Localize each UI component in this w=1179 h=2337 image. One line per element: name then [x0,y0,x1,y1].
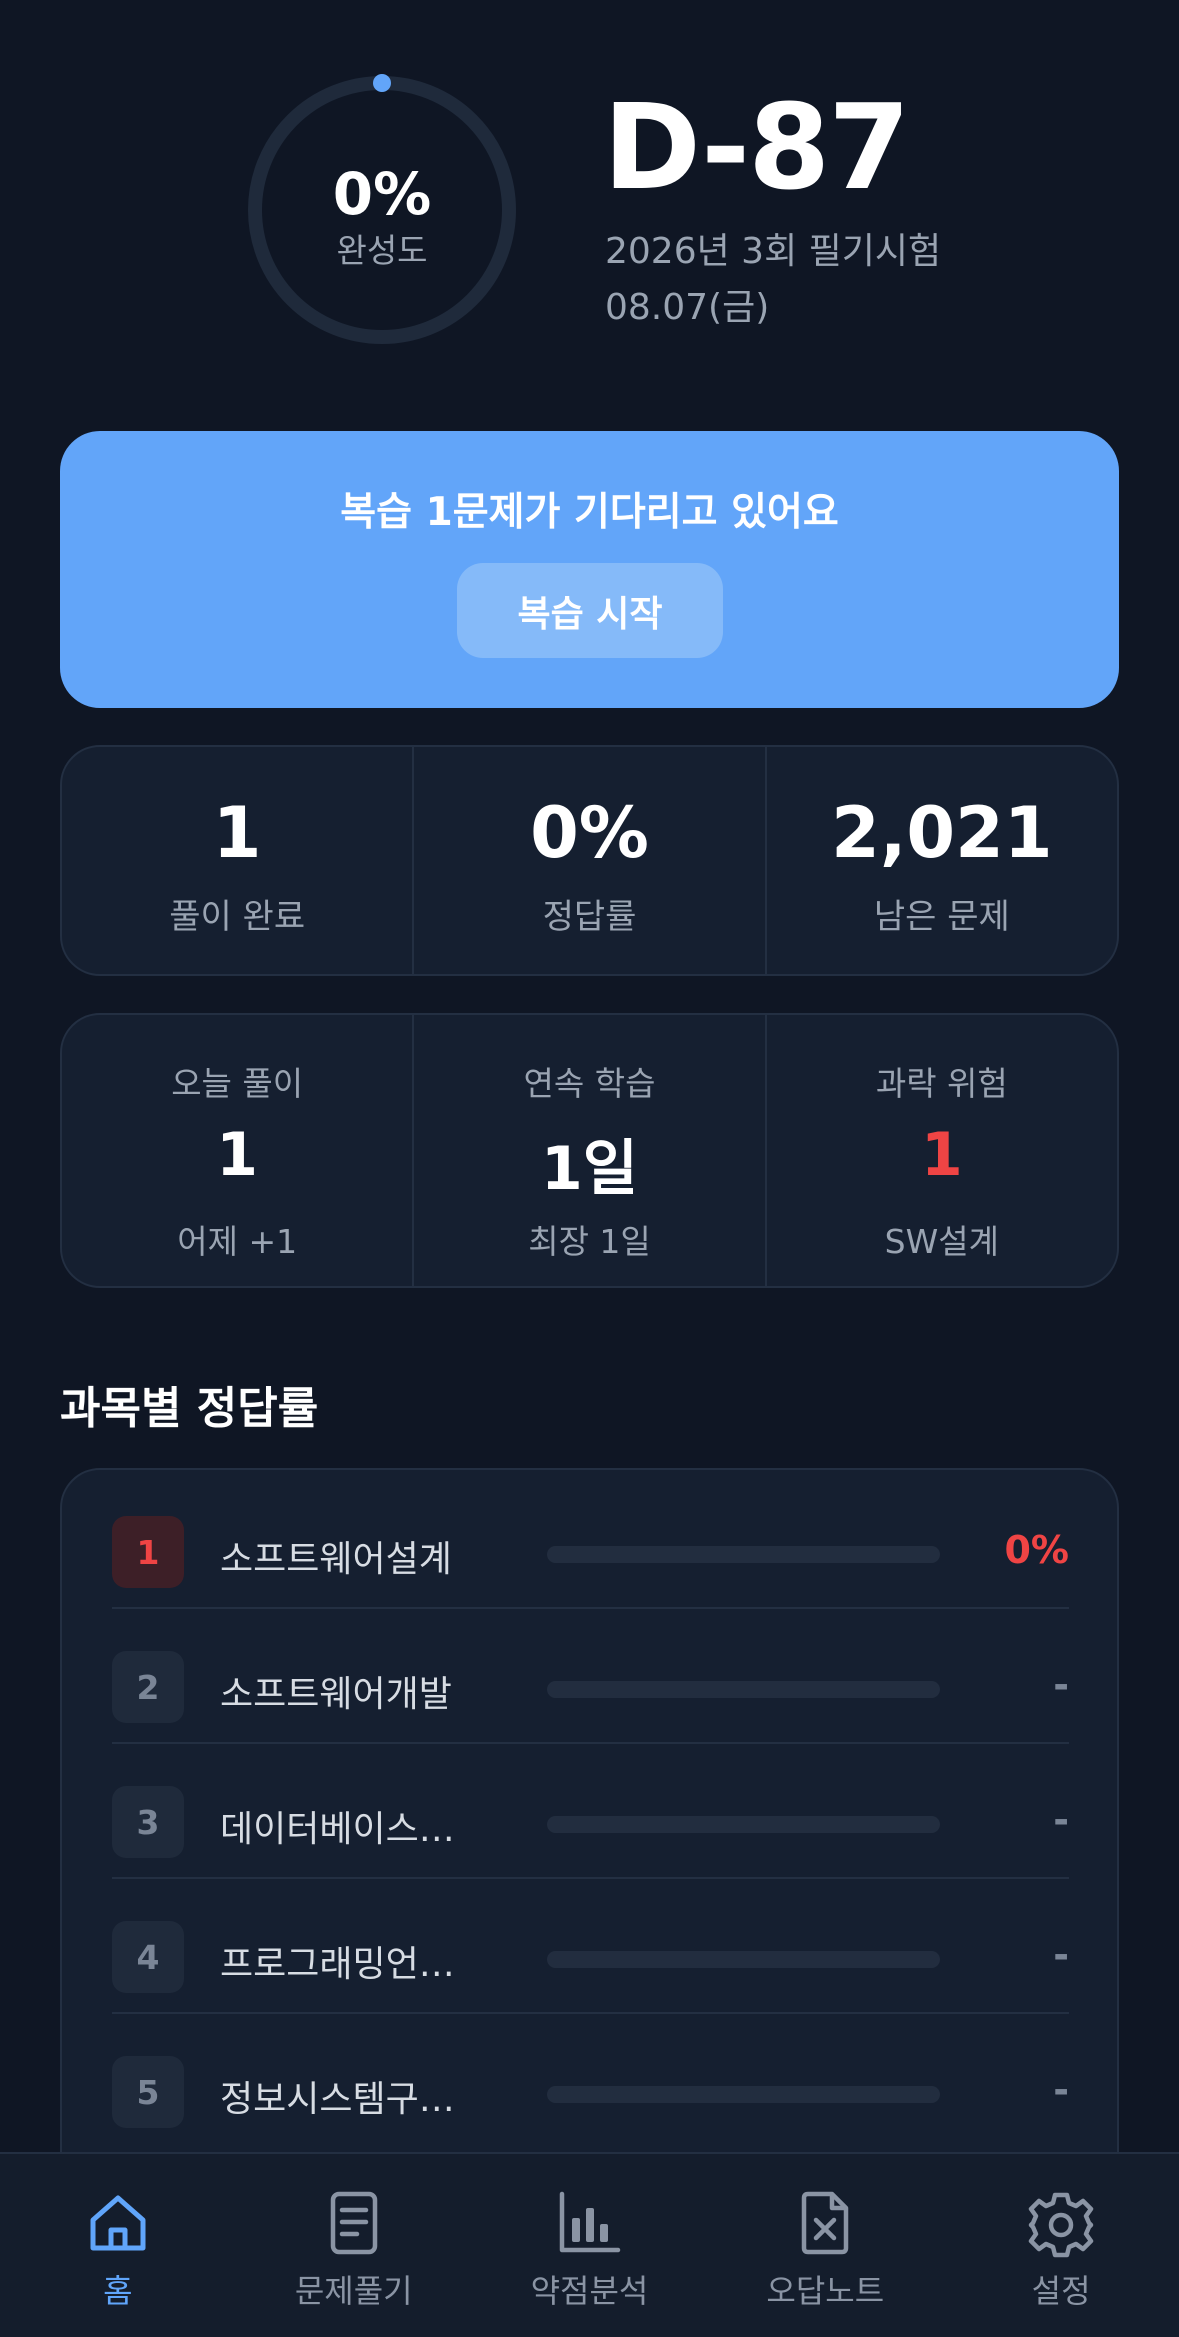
subject-name: 정보시스템구… [220,2079,455,2120]
exam-date: 08.07(금) [605,287,770,328]
list-item[interactable]: 1 소프트웨어설계 0% [112,1474,1069,1609]
rank-badge: 2 [112,1651,184,1723]
stat-streak: 연속 학습 1일 최장 1일 [412,1015,764,1286]
stat-sub: 최장 1일 [528,1222,651,1261]
nav-item-home[interactable]: 홈 [0,2154,236,2337]
subject-name: 소프트웨어개발 [220,1674,452,1715]
accuracy-value: - [1053,1933,1069,1977]
review-banner: 복습 1문제가 기다리고 있어요 복습 시작 [60,431,1119,708]
completion-percent: 0% [332,160,432,228]
completion-ring: 0% 완성도 [244,72,520,348]
header: 0% 완성도 D-87 2026년 3회 필기시험 08.07(금) [0,0,1179,390]
stat-solved: 1 풀이 완료 [62,747,412,974]
subject-name: 프로그래밍언… [220,1944,455,1985]
stat-remaining: 2,021 남은 문제 [764,747,1117,974]
nav-label: 문제풀기 [294,2272,413,2310]
stat-label: 남은 문제 [873,897,1010,937]
stat-value: 2,021 [831,792,1053,874]
completion-label: 완성도 [336,231,428,270]
stat-sub: 어제 +1 [177,1222,298,1261]
list-item[interactable]: 4 프로그래밍언… - [112,1879,1069,2014]
nav-item-settings[interactable]: 설정 [943,2154,1179,2337]
bar-chart-icon [560,2191,621,2253]
list-item[interactable]: 5 정보시스템구… - [112,2014,1069,2149]
activity-stats-card: 오늘 풀이 1 어제 +1 연속 학습 1일 최장 1일 과락 위험 1 SW설… [60,1013,1119,1288]
list-item[interactable]: 2 소프트웨어개발 - [112,1609,1069,1744]
stat-title: 과락 위험 [875,1064,1008,1103]
nav-label: 오답노트 [766,2272,885,2310]
nav-item-solve[interactable]: 문제풀기 [236,2154,472,2337]
gear-icon [1028,2192,1094,2258]
stat-sub: SW설계 [884,1222,999,1261]
nav-item-wrong-notes[interactable]: 오답노트 [707,2154,943,2337]
document-icon [330,2191,377,2255]
accuracy-bar [547,1681,940,1698]
stat-value: 1 [216,1120,259,1190]
nav-item-weakness[interactable]: 약점분석 [472,2154,708,2337]
rank-badge: 5 [112,2056,184,2128]
accuracy-bar [547,1546,940,1563]
stat-title: 오늘 풀이 [171,1064,304,1103]
dday-counter: D-87 [603,78,910,216]
rank-badge: 4 [112,1921,184,1993]
stat-accuracy: 0% 정답률 [412,747,764,974]
accuracy-bar [547,1951,940,1968]
bottom-nav: 홈 문제풀기 약점분석 오답노트 설정 [0,2152,1179,2337]
file-x-icon [802,2191,849,2255]
stat-title: 연속 학습 [523,1064,656,1103]
exam-title: 2026년 3회 필기시험 [605,231,942,272]
stat-fail-risk[interactable]: 과락 위험 1 SW설계 [764,1015,1117,1286]
nav-label: 설정 [1031,2272,1091,2310]
nav-label: 약점분석 [530,2272,649,2310]
accuracy-value: 0% [1004,1528,1069,1572]
rank-badge: 3 [112,1786,184,1858]
stat-label: 풀이 완료 [169,897,306,937]
accuracy-bar [547,1816,940,1833]
home-screen: 0% 완성도 D-87 2026년 3회 필기시험 08.07(금) 복습 1문… [0,0,1179,2337]
subject-name: 소프트웨어설계 [220,1539,452,1580]
stat-value: 1 [920,1120,963,1190]
list-item[interactable]: 3 데이터베이스… - [112,1744,1069,1879]
summary-stats-card: 1 풀이 완료 0% 정답률 2,021 남은 문제 [60,745,1119,976]
stat-value: 1일 [541,1134,638,1204]
start-review-button[interactable]: 복습 시작 [457,563,723,658]
accuracy-value: - [1053,1798,1069,1842]
accuracy-bar [547,2086,940,2103]
rank-badge: 1 [112,1516,184,1588]
accuracy-value: - [1053,1663,1069,1707]
stat-value: 0% [530,792,649,874]
review-message: 복습 1문제가 기다리고 있어요 [340,490,839,535]
nav-label: 홈 [103,2272,133,2310]
stat-label: 정답률 [542,897,637,937]
home-icon [90,2195,146,2251]
stat-value: 1 [212,792,262,874]
accuracy-value: - [1053,2068,1069,2112]
section-title: 과목별 정답률 [60,1383,319,1434]
subject-name: 데이터베이스… [220,1809,455,1850]
stat-today: 오늘 풀이 1 어제 +1 [62,1015,412,1286]
